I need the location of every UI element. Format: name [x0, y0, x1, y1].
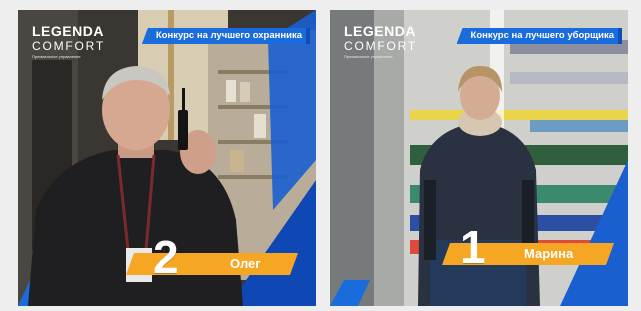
brand-name: LEGENDA [32, 23, 104, 39]
contest-tag-accent [618, 28, 622, 44]
contest-tag-accent [306, 28, 310, 44]
brand-logo: LEGENDA COMFORT Премиальное управление [32, 24, 105, 59]
brand-tagline: Премиальное управление [32, 54, 81, 59]
contest-title: Конкурс на лучшего уборщика [456, 28, 622, 44]
contest-title-text: Конкурс на лучшего охранника [155, 30, 302, 41]
contest-card-security[interactable]: LEGENDA COMFORT Премиальное управление К… [18, 10, 316, 306]
contest-card-cleaner[interactable]: LEGENDA COMFORT Премиальное управление К… [330, 10, 628, 306]
participant-name: Марина [524, 246, 574, 261]
brand-tagline: Премиальное управление [344, 54, 393, 59]
brand-sub: COMFORT [344, 39, 418, 53]
place-number: 2 [153, 231, 179, 283]
brand-logo: LEGENDA COMFORT Премиальное управление [344, 24, 417, 59]
brand-sub: COMFORT [32, 39, 106, 53]
name-ribbon: Олег [126, 253, 298, 275]
brand-name: LEGENDA [344, 23, 416, 39]
contest-title: Конкурс на лучшего охранника [141, 28, 310, 44]
place-number: 1 [460, 221, 486, 273]
participant-name: Олег [230, 256, 261, 271]
contest-title-text: Конкурс на лучшего уборщика [470, 30, 614, 41]
